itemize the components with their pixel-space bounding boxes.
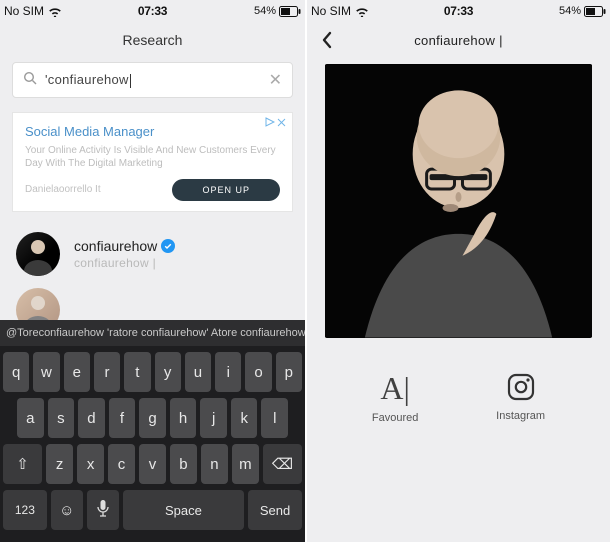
key-numbers[interactable]: 123 [3, 490, 47, 530]
clear-icon[interactable]: ✕ [269, 70, 282, 90]
search-input[interactable]: 'confiaurehow ✕ [12, 62, 293, 98]
key-j[interactable]: j [200, 398, 227, 438]
key-k[interactable]: k [231, 398, 258, 438]
key-p[interactable]: p [276, 352, 302, 392]
key-g[interactable]: g [139, 398, 166, 438]
key-c[interactable]: c [108, 444, 135, 484]
key-e[interactable]: e [64, 352, 90, 392]
emoji-icon: ☺ [59, 502, 74, 519]
favoured-label: Favoured [372, 412, 418, 424]
key-t[interactable]: t [124, 352, 150, 392]
status-left: No SIM [311, 4, 369, 18]
key-a[interactable]: a [17, 398, 44, 438]
search-icon [23, 71, 37, 90]
key-s[interactable]: s [48, 398, 75, 438]
key-l[interactable]: l [261, 398, 288, 438]
chevron-left-icon [321, 31, 332, 49]
battery-pct: 54% [559, 5, 581, 17]
favoured-action[interactable]: A| Favoured [372, 372, 418, 424]
page-header: Research [0, 22, 305, 58]
avatar [16, 232, 60, 276]
battery-icon [279, 6, 301, 17]
key-w[interactable]: w [33, 352, 59, 392]
instagram-action[interactable]: Instagram [496, 372, 545, 424]
key-y[interactable]: y [155, 352, 181, 392]
key-m[interactable]: m [232, 444, 259, 484]
ad-domain: Danielaoorrello It [25, 183, 172, 197]
ad-open-button[interactable]: OPEN UP [172, 179, 280, 201]
profile-photo[interactable] [325, 64, 592, 338]
key-emoji[interactable]: ☺ [51, 490, 83, 530]
status-bar: No SIM 07:33 54% [0, 0, 305, 22]
result-name: confiaurehow [74, 238, 175, 254]
carrier-label: No SIM [311, 4, 351, 18]
key-o[interactable]: o [245, 352, 271, 392]
keyboard-row-3: ⇧ z x c v b n m ⌫ [3, 444, 302, 484]
person-portrait-icon [325, 64, 592, 338]
action-row: A| Favoured Instagram [307, 372, 610, 424]
key-mic[interactable] [87, 490, 119, 530]
battery-pct: 54% [254, 5, 276, 17]
key-send[interactable]: Send [248, 490, 302, 530]
key-n[interactable]: n [201, 444, 228, 484]
wifi-icon [48, 6, 62, 17]
key-q[interactable]: q [3, 352, 29, 392]
ad-title[interactable]: Social Media Manager [25, 123, 280, 141]
status-right: 54% [254, 5, 301, 17]
key-h[interactable]: h [170, 398, 197, 438]
ad-body: Your Online Activity Is Visible And New … [25, 144, 280, 171]
header-title: confiaurehow | [414, 33, 503, 48]
header-title: Research [123, 32, 183, 48]
search-value: 'confiaurehow [45, 72, 261, 88]
key-shift[interactable]: ⇧ [3, 444, 42, 484]
ad-adchoices[interactable] [265, 117, 286, 127]
status-right: 54% [559, 5, 606, 17]
carrier-label: No SIM [4, 4, 44, 18]
result-row[interactable]: confiaurehow confiaurehow | [0, 226, 305, 282]
ad-card: Social Media Manager Your Online Activit… [12, 112, 293, 212]
battery-icon [584, 6, 606, 17]
status-left: No SIM [4, 4, 62, 18]
favoured-icon: A| [380, 372, 410, 404]
instagram-icon [506, 372, 536, 402]
back-button[interactable] [321, 31, 332, 54]
mic-icon [96, 499, 110, 521]
key-backspace[interactable]: ⌫ [263, 444, 302, 484]
key-space[interactable]: Space [123, 490, 244, 530]
keyboard-suggestions[interactable]: @Toreconfiaurehow 'ratore confiaurehow' … [0, 320, 305, 346]
phone-left: No SIM 07:33 54% Research 'confiaurehow … [0, 0, 305, 542]
key-u[interactable]: u [185, 352, 211, 392]
keyboard-row-4: 123 ☺ Space Send [3, 490, 302, 530]
key-b[interactable]: b [170, 444, 197, 484]
key-i[interactable]: i [215, 352, 241, 392]
wifi-icon [355, 6, 369, 17]
keyboard: q w e r t y u i o p a s d f g h j k l ⇧ … [0, 346, 305, 542]
clock: 07:33 [444, 4, 473, 18]
key-x[interactable]: x [77, 444, 104, 484]
keyboard-row-2: a s d f g h j k l [3, 398, 302, 438]
key-d[interactable]: d [78, 398, 105, 438]
instagram-label: Instagram [496, 410, 545, 422]
clock: 07:33 [138, 4, 167, 18]
result-subtitle: confiaurehow | [74, 256, 175, 270]
verified-badge-icon [161, 239, 175, 253]
phone-right: No SIM 07:33 54% confiaurehow | [305, 0, 610, 542]
key-z[interactable]: z [46, 444, 73, 484]
key-f[interactable]: f [109, 398, 136, 438]
key-v[interactable]: v [139, 444, 166, 484]
page-header: confiaurehow | [307, 22, 610, 58]
keyboard-row-1: q w e r t y u i o p [3, 352, 302, 392]
status-bar: No SIM 07:33 54% [307, 0, 610, 22]
key-r[interactable]: r [94, 352, 120, 392]
